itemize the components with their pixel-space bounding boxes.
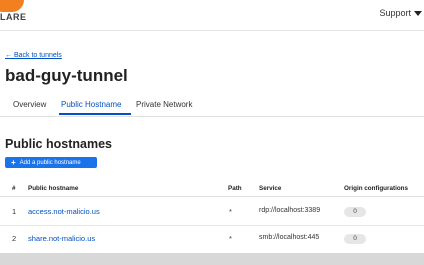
support-menu[interactable]: Support [379,8,422,18]
add-button-label: Add a public hostname [19,159,81,166]
plus-icon: + [11,157,16,167]
column-header-hostname[interactable]: Public hostname [28,185,78,192]
column-header-number: # [12,185,16,192]
column-header-origin[interactable]: Origin configurations [344,185,408,192]
row-path: * [229,234,232,243]
hostname-link[interactable]: access.not-malicio.us [28,207,100,216]
add-public-hostname-button[interactable]: + Add a public hostname [5,157,97,168]
top-bar: LARE Support [0,0,424,31]
row-service: smb://localhost:445 [259,234,320,241]
table-header-divider [0,196,424,197]
logo-text: LARE [0,12,27,22]
row-service: rdp://localhost:3389 [259,207,321,214]
active-tab-indicator [59,113,131,115]
origin-count-badge[interactable]: 0 [344,234,366,244]
tab-private-network[interactable]: Private Network [136,100,192,109]
row-path: * [229,207,232,216]
hostname-link[interactable]: share.not-malicio.us [28,234,95,243]
page-title: bad-guy-tunnel [5,66,128,85]
table-footer-bar [0,253,424,265]
row-number: 2 [12,234,17,243]
row-divider [0,225,424,226]
cloud-logo-icon [0,0,24,12]
tab-public-hostname[interactable]: Public Hostname [61,100,121,109]
origin-count-badge[interactable]: 0 [344,207,366,217]
column-header-service[interactable]: Service [259,185,281,192]
caret-down-icon [414,10,422,16]
support-label: Support [379,8,411,18]
tab-overview[interactable]: Overview [13,100,46,109]
row-number: 1 [12,207,17,216]
back-to-tunnels-link[interactable]: ← Back to tunnels [5,52,62,59]
column-header-path[interactable]: Path [228,185,242,192]
section-title: Public hostnames [5,137,112,151]
